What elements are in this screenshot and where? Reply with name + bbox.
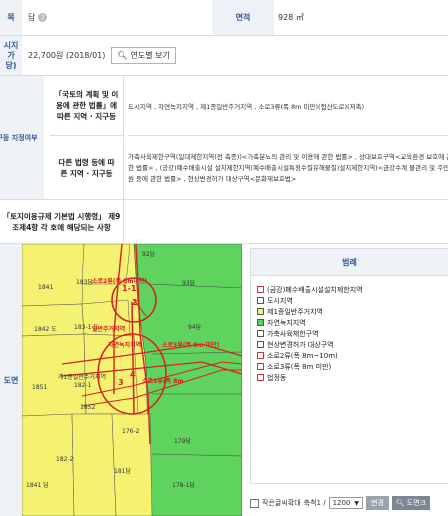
land-category-row: 목 답 ? 면적 928 ㎡: [0, 0, 448, 36]
zoning-other-law-value: 가축사육제한구역(일대제한지역(전 축종))<가축분뇨의 관리 및 이용에 관한…: [128, 152, 448, 183]
legend-swatch: [257, 363, 264, 370]
legend-swatch: [257, 341, 264, 348]
zoning-national-law-label: 「국토의 계획 및 이용에 관한 법률」에 따른 지역 · 지구등: [54, 90, 119, 121]
legend-item: 현상변경허가 대상구역: [257, 339, 442, 350]
chevron-down-icon: ▼: [354, 499, 360, 507]
legend-list: (금강)폐수배출시설설치제한지역도시지역제1종일반주거지역자연녹지지역가축사육제…: [251, 276, 448, 383]
cadastral-map-svg: [22, 244, 242, 516]
legend-title: 범례: [251, 249, 448, 276]
legend-panel: 범례 (금강)폐수배출시설설치제한지역도시지역제1종일반주거지역자연녹지지역가축…: [250, 248, 448, 484]
area-label: 면적: [235, 13, 251, 22]
yearly-view-button-label: 연도별 보기: [130, 51, 170, 60]
yearly-view-button[interactable]: 🔍︎ 연도별 보기: [111, 47, 176, 64]
search-icon: 🔍︎: [395, 499, 405, 507]
zoning-row: 지구등 지정여부 「국토의 계획 및 이용에 관한 법률」에 따른 지역 · 지…: [0, 76, 448, 200]
zoning-other-law-label: 다른 법령 등에 따른 지역 · 지구등: [58, 158, 115, 178]
print-map-button[interactable]: 🔍︎ 도면크: [391, 496, 431, 510]
map-label: 도면: [3, 375, 19, 385]
land-price-value-cell: 22,700원 (2018/01) 🔍︎ 연도별 보기: [28, 36, 176, 75]
legend-item: 법정동: [257, 372, 442, 383]
scale-select-value: 1200: [332, 499, 351, 507]
area-header: 면적: [212, 0, 274, 35]
cadastral-map[interactable]: 92답 1841 183답 소로2류(폭 8m미만) 93답 94답 1842 …: [22, 244, 242, 516]
legend-swatch: [257, 374, 264, 381]
enforcement-header: 「토지이용규제 기본법 시행령」 제9조제4항 각 호에 해당되는 사항: [0, 200, 124, 243]
area-value: 928 ㎡: [278, 13, 304, 22]
legend-item: 소로2류(폭 8m~10m): [257, 350, 442, 361]
legend-item-label: 가축사육제한구역: [267, 329, 319, 338]
enforcement-label: 「토지이용규제 기본법 시행령」 제9조제4항 각 호에 해당되는 사항: [2, 211, 121, 232]
scale-label: 축척1 /: [303, 499, 326, 507]
legend-item-label: 소로2류(폭 8m~10m): [267, 351, 338, 360]
legend-item-label: 법정동: [267, 373, 287, 382]
legend-item: 가축사육제한구역: [257, 328, 442, 339]
enforcement-row: 「토지이용규제 기본법 시행령」 제9조제4항 각 호에 해당되는 사항: [0, 200, 448, 244]
zoning-header: 지구등 지정여부: [0, 76, 44, 199]
legend-swatch: [257, 286, 264, 293]
land-category-value: 답: [28, 13, 36, 22]
land-category-label: 목: [7, 13, 15, 22]
map-controls: 작은글씨확대 축척1 / 1200 ▼ 변경 🔍︎ 도면크: [250, 494, 448, 512]
legend-item-label: (금강)폐수배출시설설치제한지역: [267, 285, 363, 294]
legend-swatch: [257, 352, 264, 359]
zoning-national-law-header: 「국토의 계획 및 이용에 관한 법률」에 따른 지역 · 지구등: [50, 76, 124, 136]
zoning-other-law-header: 다른 법령 등에 따른 지역 · 지구등: [50, 137, 124, 199]
land-price-value: 22,700원 (2018/01): [28, 51, 106, 60]
legend-swatch: [257, 330, 264, 337]
print-map-button-label: 도면크: [406, 499, 427, 507]
zoning-national-law-value: 도시지역 , 자연녹지지역 , 제1종일반주거지역 , 소로3류(폭 8m 미만…: [128, 102, 365, 111]
zoning-label: 지구등 지정여부: [0, 133, 38, 142]
legend-item-label: 도시지역: [267, 296, 293, 305]
zoning-national-law-value-cell: 도시지역 , 자연녹지지역 , 제1종일반주거지역 , 소로3류(폭 8m 미만…: [128, 76, 448, 136]
search-icon: 🔍︎: [117, 51, 128, 60]
legend-swatch: [257, 308, 264, 315]
legend-item-label: 소로3류(폭 8m 미만): [267, 362, 332, 371]
legend-swatch: [257, 297, 264, 304]
map-row: 도면 92답 1841 183답 소로2류(폭 8m미만) 93답 94답 18…: [0, 244, 448, 516]
scale-select[interactable]: 1200 ▼: [328, 497, 364, 509]
legend-swatch: [257, 319, 264, 326]
land-category-header: 목: [0, 0, 22, 35]
map-header: 도면: [0, 244, 22, 516]
land-category-value-cell: 답 ?: [28, 0, 48, 35]
legend-item-label: 제1종일반주거지역: [267, 307, 323, 316]
legend-item: 제1종일반주거지역: [257, 306, 442, 317]
change-scale-button[interactable]: 변경: [366, 496, 389, 510]
legend-item: 도시지역: [257, 295, 442, 306]
legend-item-label: 현상변경허가 대상구역: [267, 340, 334, 349]
change-scale-button-label: 변경: [371, 499, 384, 507]
land-price-header: 시지가 당): [0, 36, 22, 75]
area-value-cell: 928 ㎡: [278, 0, 304, 35]
land-price-row: 시지가 당) 22,700원 (2018/01) 🔍︎ 연도별 보기: [0, 36, 448, 76]
land-price-label: 시지가 당): [3, 40, 19, 70]
legend-item: (금강)폐수배출시설설치제한지역: [257, 284, 442, 295]
zoning-other-law-value-cell: 가축사육제한구역(일대제한지역(전 축종))<가축분뇨의 관리 및 이용에 관한…: [128, 137, 448, 199]
legend-item-label: 자연녹지지역: [267, 318, 306, 327]
legend-item: 소로3류(폭 8m 미만): [257, 361, 442, 372]
legend-item: 자연녹지지역: [257, 317, 442, 328]
help-icon[interactable]: ?: [38, 13, 48, 22]
zoom-text-label: 작은글씨확대: [262, 499, 301, 507]
zoom-text-checkbox[interactable]: [250, 498, 259, 508]
